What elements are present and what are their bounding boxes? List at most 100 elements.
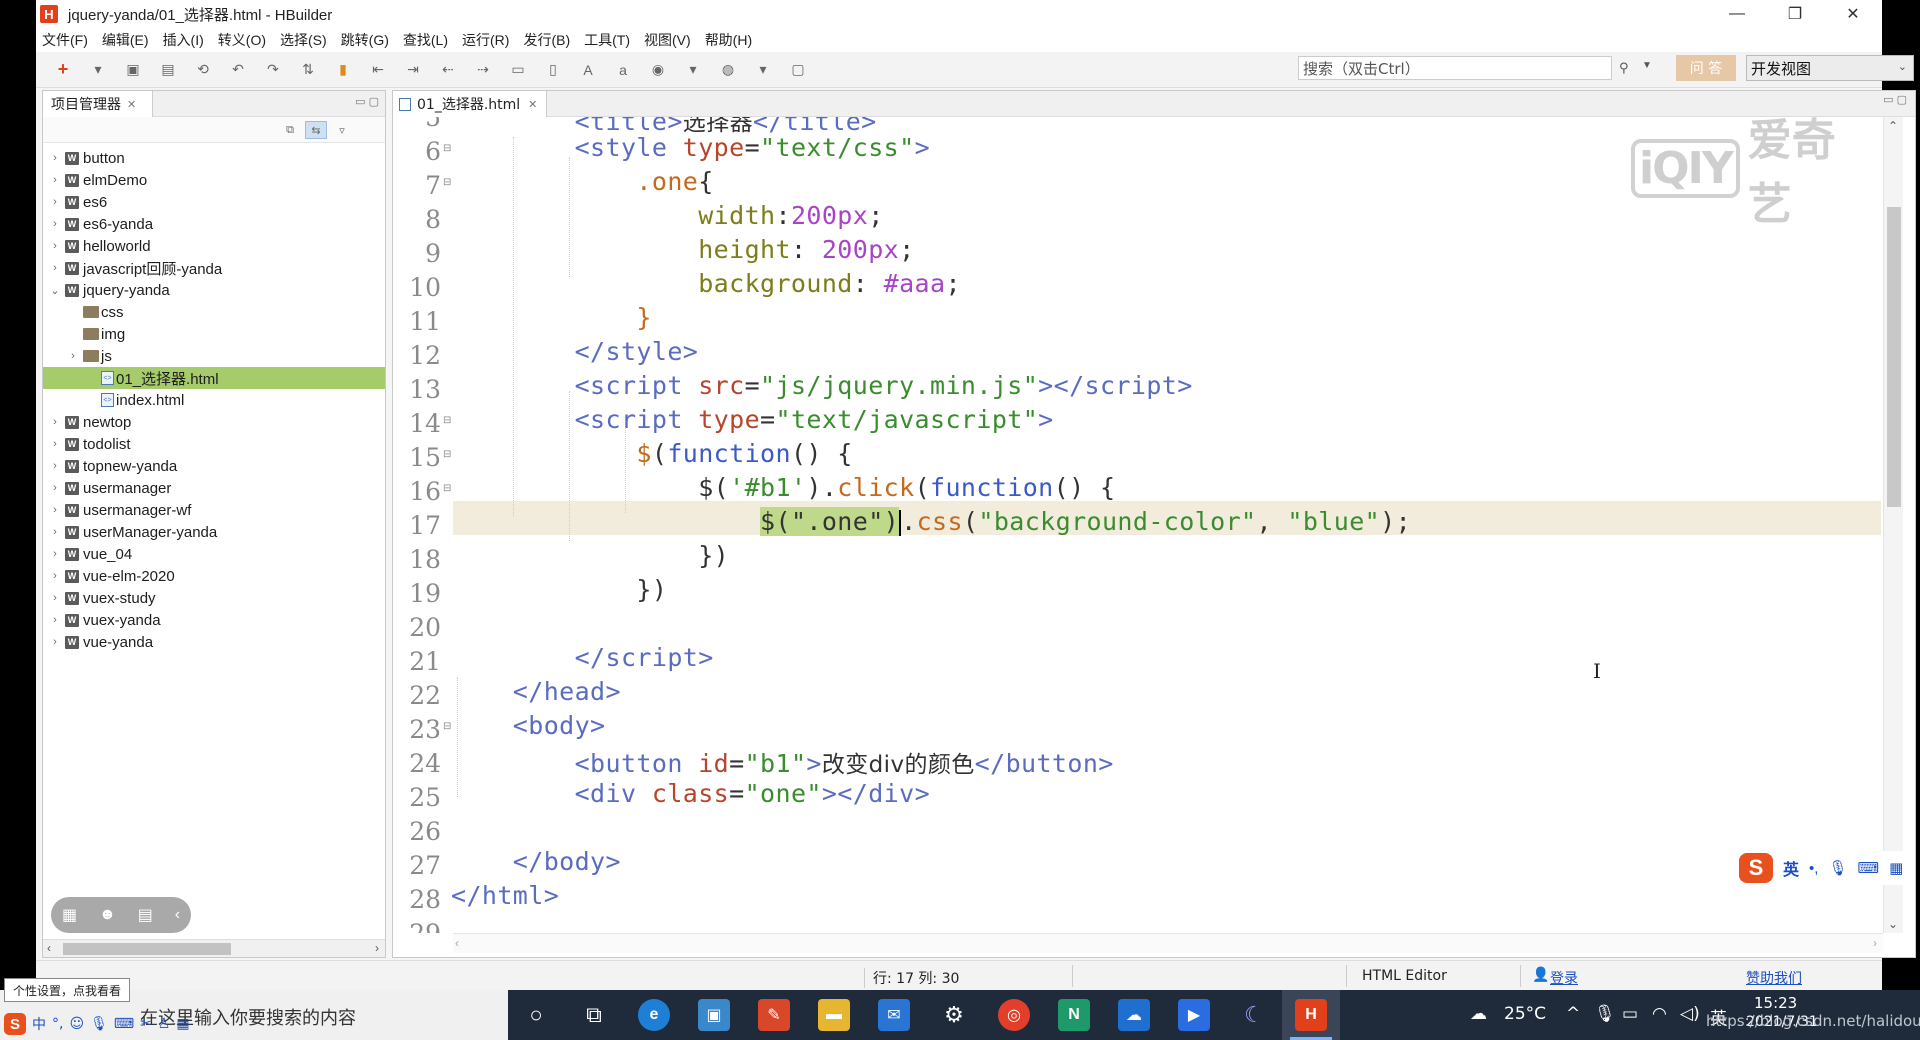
scroll-left-icon[interactable]: ‹ bbox=[47, 941, 51, 955]
chevron-right-icon[interactable]: › bbox=[49, 262, 61, 274]
chevron-down-icon[interactable]: ⌄ bbox=[49, 284, 61, 297]
tree-item[interactable]: › Whelloworld bbox=[43, 235, 385, 257]
save-all-icon[interactable]: ▤ bbox=[155, 57, 181, 83]
vertical-scrollbar[interactable]: ⌃ ⌄ bbox=[1883, 117, 1903, 933]
horizontal-scrollbar[interactable]: ‹ › bbox=[43, 939, 385, 957]
search-dropdown-icon[interactable]: ▼ bbox=[1642, 60, 1652, 71]
chevron-right-icon[interactable]: › bbox=[49, 636, 61, 648]
fold-marker-icon[interactable]: ⊟ bbox=[443, 415, 451, 426]
redo-icon[interactable]: ↷ bbox=[260, 57, 286, 83]
tree-item[interactable]: › Wnewtop bbox=[43, 411, 385, 433]
tree-item[interactable]: › Wusermanager bbox=[43, 477, 385, 499]
font-increase-icon[interactable]: A bbox=[575, 57, 601, 83]
chevron-right-icon[interactable]: › bbox=[49, 614, 61, 626]
cloud-app-icon[interactable]: ☁ bbox=[1118, 999, 1150, 1031]
tree-item[interactable]: › Wtodolist bbox=[43, 433, 385, 455]
menu-find[interactable]: 查找(L) bbox=[403, 30, 448, 50]
tree-item[interactable]: <> 01_选择器.html bbox=[43, 367, 385, 389]
bookmark-icon[interactable]: ▮ bbox=[330, 57, 356, 83]
view-select[interactable]: 开发视图 ⌄ bbox=[1746, 55, 1914, 81]
volume-icon[interactable]: ◁) bbox=[1680, 1004, 1700, 1024]
close-button[interactable]: ✕ bbox=[1824, 0, 1882, 28]
chevron-right-icon[interactable]: › bbox=[49, 174, 61, 186]
chevron-right-icon[interactable]: › bbox=[49, 438, 61, 450]
menu-help[interactable]: 帮助(H) bbox=[705, 30, 752, 50]
punctuation-icon[interactable]: •, bbox=[1809, 860, 1818, 877]
weather-temperature[interactable]: 25°C bbox=[1504, 1004, 1546, 1024]
new-icon[interactable]: + bbox=[50, 57, 76, 83]
tree-item[interactable]: <> index.html bbox=[43, 389, 385, 411]
editor-minimize-maximize-icon[interactable]: ▭ ▢ bbox=[1883, 93, 1907, 106]
keyboard-icon[interactable]: ⌨ bbox=[114, 1016, 134, 1032]
tree-item[interactable]: › Wes6 bbox=[43, 191, 385, 213]
fold-marker-icon[interactable]: ⊟ bbox=[443, 177, 451, 188]
run-dropdown-icon[interactable]: ▾ bbox=[680, 57, 706, 83]
fold-marker-icon[interactable]: ⊟ bbox=[443, 143, 451, 154]
panel-minimize-maximize-icon[interactable]: ▭ ▢ bbox=[355, 95, 379, 108]
paint-app-icon[interactable]: ✎ bbox=[758, 999, 790, 1031]
tree-item[interactable]: img bbox=[43, 323, 385, 345]
maximize-button[interactable]: ❐ bbox=[1766, 0, 1824, 28]
sponsor-link[interactable]: 赞助我们 bbox=[1746, 968, 1802, 988]
code-area[interactable]: <title>选择器</title> <style type="text/css… bbox=[393, 117, 1881, 933]
menu-view[interactable]: 视图(V) bbox=[644, 30, 691, 50]
scroll-up-icon[interactable]: ⌃ bbox=[1888, 119, 1898, 133]
chevron-right-icon[interactable]: › bbox=[49, 416, 61, 428]
menu-run[interactable]: 运行(R) bbox=[462, 30, 509, 50]
battery-icon[interactable]: ▭ bbox=[1622, 1004, 1638, 1024]
panel-menu-icon[interactable]: ▿ bbox=[331, 121, 353, 139]
chevron-right-icon[interactable]: › bbox=[49, 218, 61, 230]
tab-project-explorer[interactable]: 项目管理器 ✕ bbox=[43, 91, 153, 117]
search-icon[interactable]: ⚲ bbox=[1619, 60, 1629, 76]
tree-item[interactable]: › Wvue_04 bbox=[43, 543, 385, 565]
tree-item[interactable]: › Wvue-elm-2020 bbox=[43, 565, 385, 587]
new-dropdown-icon[interactable]: ▾ bbox=[85, 57, 111, 83]
cortana-icon[interactable]: ○ bbox=[520, 999, 552, 1031]
scroll-right-icon[interactable]: › bbox=[1873, 936, 1877, 950]
edge-icon[interactable]: e bbox=[638, 999, 670, 1031]
chevron-right-icon[interactable]: › bbox=[49, 196, 61, 208]
login-link[interactable]: 登录 bbox=[1550, 968, 1578, 988]
collapse-all-icon[interactable]: ⧉ bbox=[279, 121, 301, 139]
sogou-logo-icon[interactable]: S bbox=[1739, 853, 1773, 883]
chevron-right-icon[interactable]: › bbox=[67, 350, 79, 362]
toolbox-icon[interactable]: ▦ bbox=[176, 1016, 189, 1032]
tree-item[interactable]: › Wvuex-study bbox=[43, 587, 385, 609]
prev-bookmark-icon[interactable]: ⇤ bbox=[365, 57, 391, 83]
wifi-icon[interactable]: ◠ bbox=[1652, 1004, 1667, 1024]
chevron-right-icon[interactable]: › bbox=[49, 152, 61, 164]
tree-item[interactable]: › Wbutton bbox=[43, 147, 385, 169]
uncomment-icon[interactable]: ▯ bbox=[540, 57, 566, 83]
indent-left-icon[interactable]: ⇠ bbox=[435, 57, 461, 83]
preview-icon[interactable]: ▢ bbox=[785, 57, 811, 83]
desktop-app-icon[interactable]: ▣ bbox=[698, 999, 730, 1031]
comment-icon[interactable]: ▭ bbox=[505, 57, 531, 83]
tree-item[interactable]: › Wtopnew-yanda bbox=[43, 455, 385, 477]
font-decrease-icon[interactable]: a bbox=[610, 57, 636, 83]
collapse-arrow-icon[interactable]: ‹ bbox=[175, 906, 180, 924]
chevron-right-icon[interactable]: › bbox=[49, 570, 61, 582]
menu-edit[interactable]: 编辑(E) bbox=[102, 30, 149, 50]
menu-select[interactable]: 选择(S) bbox=[280, 30, 327, 50]
tray-chevron-icon[interactable]: ^ bbox=[1566, 1004, 1580, 1024]
run-browser-icon[interactable]: ◉ bbox=[645, 57, 671, 83]
ime-mini-language[interactable]: 中 bbox=[32, 1014, 46, 1034]
skin-icon[interactable]: ✂ bbox=[140, 1016, 152, 1032]
toolbox-icon[interactable]: ▦ bbox=[1889, 859, 1903, 877]
tree-item[interactable]: › Wvuex-yanda bbox=[43, 609, 385, 631]
menu-tools[interactable]: 工具(T) bbox=[584, 30, 630, 50]
keyboard-icon[interactable]: ⌨ bbox=[1857, 859, 1879, 877]
tree-item[interactable]: › Wes6-yanda bbox=[43, 213, 385, 235]
notes-app-icon[interactable]: N bbox=[1058, 999, 1090, 1031]
tree-item[interactable]: › WuserManager-yanda bbox=[43, 521, 385, 543]
tree-item[interactable]: › Wjavascript回顾-yanda bbox=[43, 257, 385, 279]
chevron-right-icon[interactable]: › bbox=[49, 460, 61, 472]
tree-item[interactable]: css bbox=[43, 301, 385, 323]
keyboard-icon[interactable]: ▤ bbox=[138, 905, 153, 925]
file-explorer-icon[interactable]: ▬ bbox=[818, 999, 850, 1031]
mail-icon[interactable]: ✉ bbox=[878, 999, 910, 1031]
shirt-icon[interactable]: ♙ bbox=[158, 1016, 171, 1032]
browser-dropdown-icon[interactable]: ▾ bbox=[750, 57, 776, 83]
undo-icon[interactable]: ↶ bbox=[225, 57, 251, 83]
search-input[interactable]: 搜索（双击Ctrl） bbox=[1298, 56, 1612, 80]
